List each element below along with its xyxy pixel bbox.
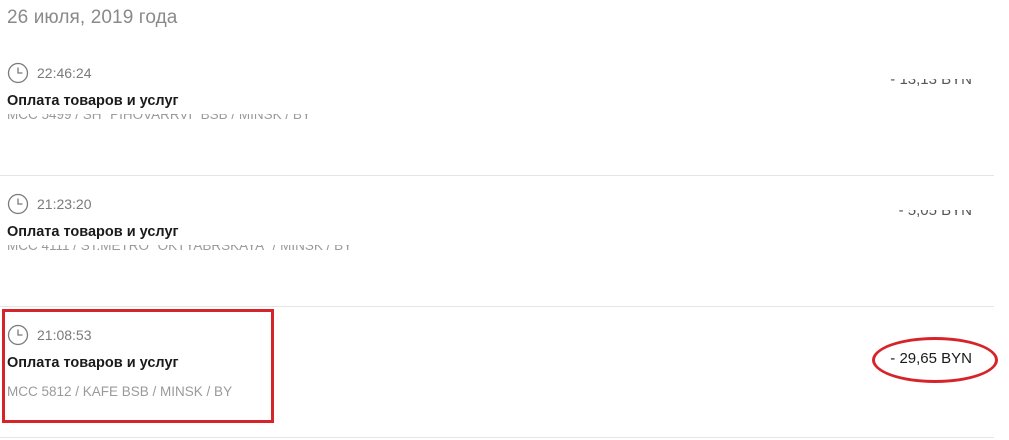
highlight-rectangle xyxy=(2,309,274,423)
transaction-time: 22:46:24 xyxy=(37,65,92,81)
transaction-mcc: MCC 4111 / ST.METRO "OKTYABRSKAYA" / MIN… xyxy=(7,245,352,254)
clock-icon xyxy=(7,62,29,84)
transaction-title: Оплата товаров и услуг xyxy=(7,93,179,109)
time-row: 21:23:20 xyxy=(7,193,92,215)
time-row: 22:46:24 xyxy=(7,62,92,84)
transaction-amount-text: - 13,13 BYN xyxy=(890,79,972,88)
transaction-amount-text: - 5,05 BYN xyxy=(898,210,972,219)
divider xyxy=(0,437,994,438)
transaction-amount: - 5,05 BYN xyxy=(899,210,972,220)
transaction-mcc: MCC 5499 / SH "PIHOVARRVI" BSB / MINSK /… xyxy=(7,114,311,123)
divider xyxy=(0,306,994,307)
date-header: 26 июля, 2019 года xyxy=(7,7,178,28)
divider xyxy=(0,175,994,176)
clock-icon xyxy=(7,193,29,215)
transaction-mcc-text: MCC 5499 / SH "PIHOVARRVI" BSB / MINSK /… xyxy=(7,114,311,122)
transaction-amount: - 13,13 BYN xyxy=(890,79,972,89)
transaction-mcc-text: MCC 4111 / ST.METRO "OKTYABRSKAYA" / MIN… xyxy=(7,245,353,253)
transaction-title: Оплата товаров и услуг xyxy=(7,224,179,240)
transaction-item[interactable]: 22:46:24 Оплата товаров и услуг MCC 5499… xyxy=(0,48,994,178)
transaction-item[interactable]: 21:23:20 Оплата товаров и услуг MCC 4111… xyxy=(0,179,994,309)
transaction-time: 21:23:20 xyxy=(37,196,92,212)
highlight-ellipse xyxy=(872,337,998,383)
